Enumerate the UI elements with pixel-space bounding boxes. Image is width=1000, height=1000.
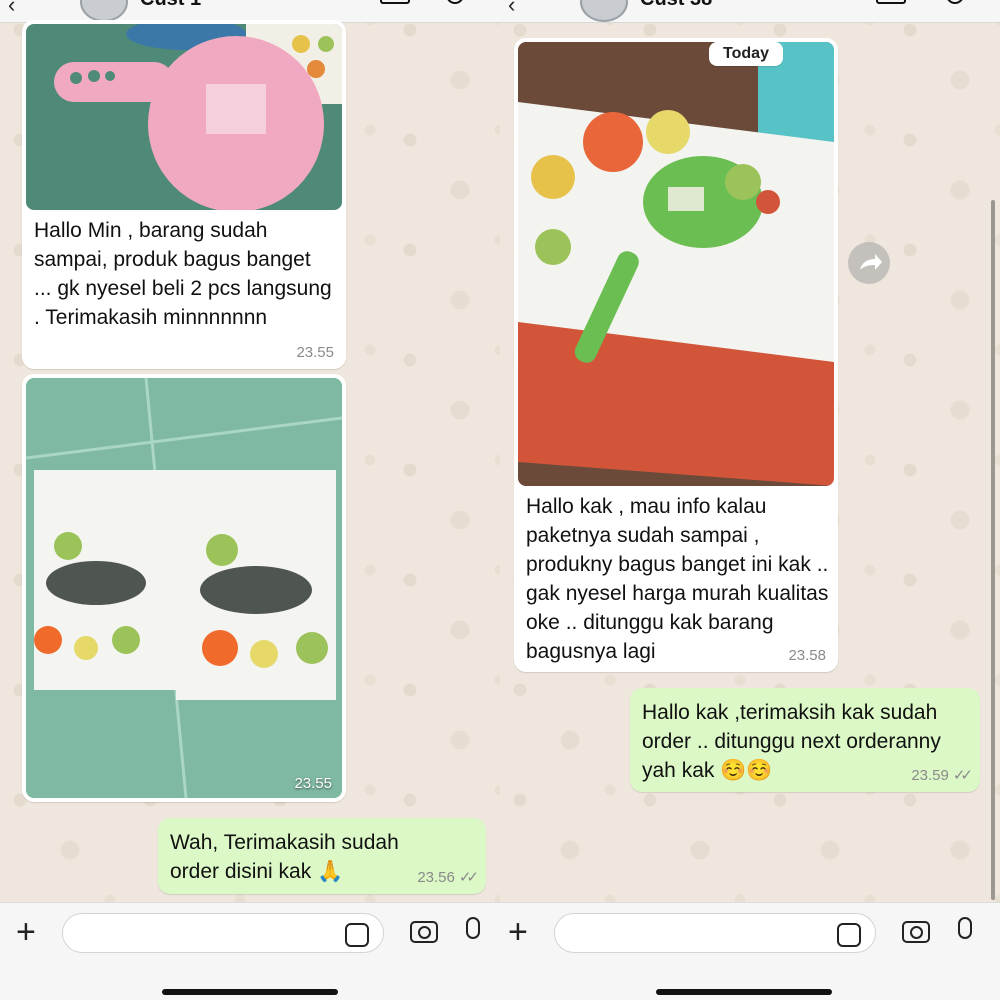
home-indicator (162, 989, 338, 995)
message-image[interactable] (518, 42, 834, 486)
message-bubble-incoming[interactable]: 23.55 (22, 374, 346, 802)
message-bubble-outgoing[interactable]: Wah, Terimakasih sudah order disini kak … (158, 818, 486, 894)
phone-icon[interactable] (946, 0, 964, 4)
contact-name[interactable]: Cust 1 (140, 0, 201, 11)
microphone-icon[interactable] (466, 917, 480, 939)
message-time: 23.56 ✓✓ (417, 869, 479, 886)
chat-pane-right: ‹ Cust 38 Hallo kak , mau info kalau pak… (500, 0, 1000, 1000)
read-receipt-icon: ✓✓ (458, 869, 479, 886)
date-badge: Today (709, 42, 783, 66)
chevron-left-icon[interactable]: ‹ (8, 0, 15, 18)
message-image[interactable] (26, 24, 342, 210)
message-text: Hallo Min , barang sudah sampai, produk … (34, 219, 332, 329)
sticker-icon[interactable] (345, 923, 369, 947)
forward-icon[interactable] (848, 242, 890, 284)
chat-pane-left: ‹ Cust 1 Hallo Min , barang sudah sampai… (0, 0, 500, 1000)
message-bubble-incoming[interactable]: Hallo Min , barang sudah sampai, produk … (22, 20, 346, 369)
message-input[interactable] (554, 913, 876, 953)
message-input[interactable] (62, 913, 384, 953)
home-indicator (656, 989, 832, 995)
video-call-icon[interactable] (876, 0, 906, 4)
read-receipt-icon: ✓✓ (952, 767, 973, 784)
message-text: Wah, Terimakasih sudah order disini kak … (170, 831, 399, 883)
message-time: 23.58 (788, 647, 826, 664)
message-bubble-outgoing[interactable]: Hallo kak ,terimaksih kak sudah order ..… (630, 688, 980, 792)
message-time: 23.55 (296, 344, 334, 361)
plus-icon[interactable]: + (16, 915, 36, 949)
avatar[interactable] (580, 0, 628, 22)
contact-name[interactable]: Cust 38 (640, 0, 712, 11)
scrollbar[interactable] (991, 200, 995, 900)
message-bubble-incoming[interactable]: Hallo kak , mau info kalau paketnya suda… (514, 38, 838, 672)
message-text: Hallo kak , mau info kalau paketnya suda… (526, 495, 829, 663)
chevron-left-icon[interactable]: ‹ (508, 0, 515, 18)
plus-icon[interactable]: + (508, 915, 528, 949)
message-composer: + (0, 902, 500, 1000)
avatar[interactable] (80, 0, 128, 22)
message-time: 23.55 (294, 775, 332, 792)
microphone-icon[interactable] (958, 917, 972, 939)
message-time: 23.59 ✓✓ (911, 767, 973, 784)
message-image[interactable] (26, 378, 342, 798)
video-call-icon[interactable] (380, 0, 410, 4)
message-composer: + (500, 902, 1000, 1000)
sticker-icon[interactable] (837, 923, 861, 947)
camera-icon[interactable] (902, 921, 930, 943)
camera-icon[interactable] (410, 921, 438, 943)
chat-header-right: ‹ Cust 38 (500, 0, 1000, 23)
phone-icon[interactable] (446, 0, 464, 4)
